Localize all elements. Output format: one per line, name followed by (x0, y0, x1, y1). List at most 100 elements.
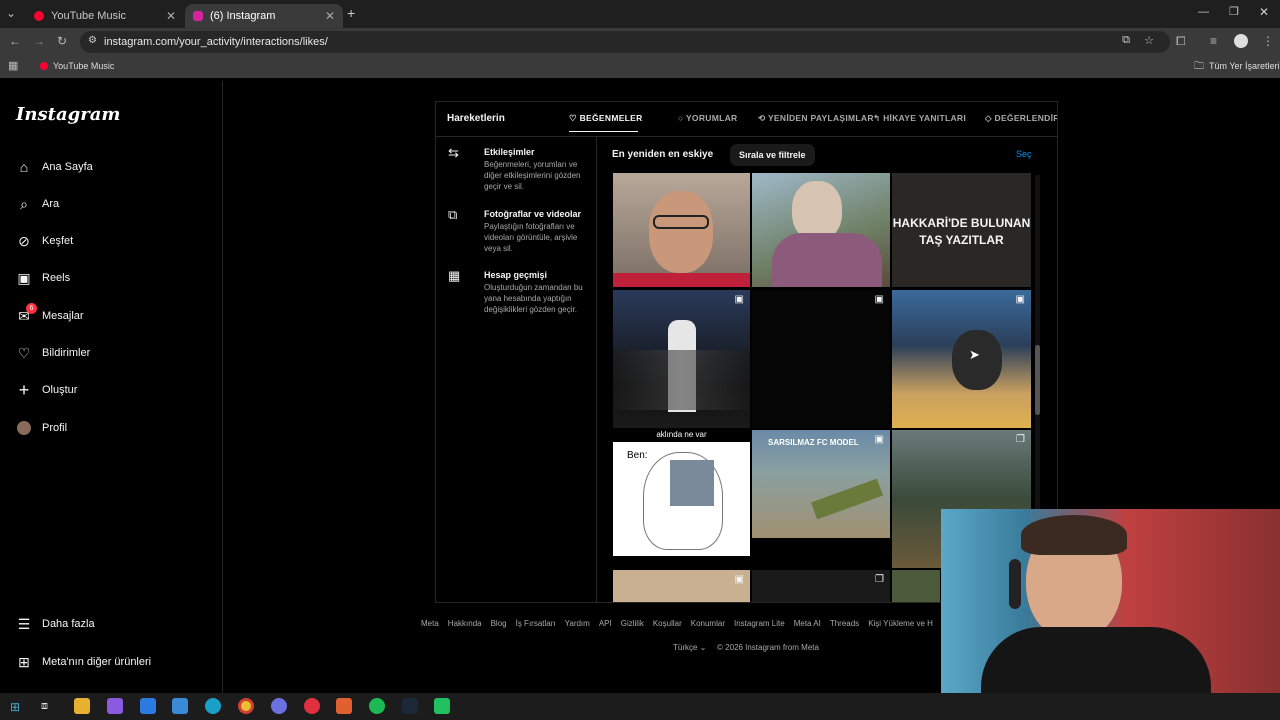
profile-avatar-icon[interactable] (1234, 34, 1248, 48)
reload-icon[interactable]: ↻ (57, 34, 67, 48)
select-button[interactable]: Seç (1016, 149, 1032, 159)
close-tab-icon[interactable]: ✕ (325, 9, 335, 23)
liked-post-thumbnail[interactable]: HAKKARİ'DE BULUNAN TAŞ YAZITLAR (892, 173, 1031, 287)
liked-post-thumbnail[interactable] (892, 570, 940, 602)
footer-link[interactable]: Yardım (565, 619, 590, 628)
nav-create[interactable]: + Oluştur (15, 376, 78, 404)
liked-post-thumbnail[interactable]: SARSILMAZ FC MODEL ▣ (752, 430, 890, 538)
webcam-overlay (941, 509, 1280, 693)
footer-link[interactable]: Gizlilik (621, 619, 644, 628)
app-icon[interactable] (336, 698, 352, 714)
media-controls-icon[interactable]: ≡ (1210, 34, 1217, 48)
restore-icon[interactable]: ❐ (1229, 5, 1239, 18)
reel-icon: ▣ (874, 294, 884, 305)
url-bar[interactable]: ⚙ instagram.com/your_activity/interactio… (80, 31, 1170, 53)
nav-profile[interactable]: Profil (15, 414, 67, 442)
tab-likes[interactable]: ♡ BEĞENMELER (569, 113, 643, 124)
all-bookmarks-link[interactable]: Tüm Yer İşaretleri (1209, 61, 1280, 71)
footer-link[interactable]: Kişi Yükleme ve H (868, 619, 933, 628)
copilot-icon[interactable] (107, 698, 123, 714)
spotify-icon[interactable] (369, 698, 385, 714)
tab-reviews[interactable]: ◇ DEĞERLENDİR (985, 113, 1057, 124)
inset-photo (670, 460, 714, 506)
nav-notifications[interactable]: ♡ Bildirimler (15, 339, 91, 367)
tab-comments[interactable]: ○ YORUMLAR (678, 113, 737, 123)
footer-link[interactable]: Instagram Lite (734, 619, 785, 628)
footer-link[interactable]: İş Fırsatları (516, 619, 556, 628)
file-explorer-icon[interactable] (74, 698, 90, 714)
opera-icon[interactable] (304, 698, 320, 714)
tab-label: YORUMLAR (685, 113, 738, 123)
chrome-icon[interactable] (238, 698, 254, 714)
store-icon[interactable] (140, 698, 156, 714)
nav-label: Daha fazla (42, 618, 95, 630)
liked-post-thumbnail[interactable]: ▣ (752, 290, 890, 428)
bookmark-star-icon[interactable]: ☆ (1144, 34, 1154, 47)
youtube-music-icon (40, 62, 48, 70)
outlook-icon[interactable] (172, 698, 188, 714)
sort-filter-button[interactable]: Sırala ve filtrele (730, 144, 815, 166)
nav-label: Keşfet (42, 235, 74, 247)
tab-youtube-music[interactable]: YouTube Music ✕ (26, 4, 184, 28)
app-icon[interactable] (434, 698, 450, 714)
tab-instagram[interactable]: (6) Instagram ✕ (185, 4, 343, 28)
tab-search-icon[interactable]: ⌄ (6, 6, 16, 20)
scrollbar-thumb[interactable] (1035, 345, 1040, 415)
bookmark-youtube-music[interactable]: YouTube Music (53, 61, 114, 71)
liked-post-thumbnail[interactable]: ▣ (613, 290, 750, 428)
footer-link[interactable]: Meta AI (794, 619, 821, 628)
footer-link[interactable]: Blog (491, 619, 507, 628)
nav-reels[interactable]: ▣ Reels (15, 264, 70, 292)
back-icon[interactable]: ← (9, 34, 21, 48)
messenger-icon: ✉ 6 (15, 303, 37, 325)
nav-more[interactable]: ☰ Daha fazla (15, 610, 95, 638)
windows-start-icon[interactable]: ⊞ (10, 700, 20, 714)
liked-post-thumbnail[interactable] (752, 173, 890, 287)
nav-meta-products[interactable]: ⊞ Meta'nın diğer ürünleri (15, 648, 151, 676)
extensions-icon[interactable]: ⧠ (1176, 34, 1186, 49)
apps-grid-icon[interactable]: ▦ (8, 59, 18, 72)
install-app-icon[interactable]: ⧉ (1122, 34, 1130, 47)
liked-post-thumbnail[interactable]: ▣ (613, 570, 750, 602)
steam-icon[interactable] (402, 698, 418, 714)
liked-post-thumbnail[interactable]: ▣ (892, 290, 1031, 428)
task-view-icon[interactable]: ⧈ (41, 700, 48, 713)
edge-icon[interactable] (205, 698, 221, 714)
footer-link[interactable]: Koşullar (653, 619, 682, 628)
category-title: Fotoğraflar ve videolar (484, 209, 582, 219)
glasses-shape (653, 215, 709, 229)
menu-icon[interactable]: ⋮ (1262, 34, 1274, 48)
minimize-icon[interactable]: — (1198, 6, 1209, 18)
liked-post-thumbnail[interactable]: aklında ne var Ben: (613, 430, 750, 556)
category-interactions[interactable]: ⇆ Etkileşimler Beğenmeleri, yorumları ve d… (448, 145, 588, 193)
tab-label: HİKAYE YANITLARI (883, 113, 966, 123)
divider (596, 136, 597, 602)
footer-link[interactable]: Threads (830, 619, 859, 628)
close-tab-icon[interactable]: ✕ (166, 9, 176, 23)
category-media[interactable]: ⧉ Fotoğraflar ve videolar Paylaştığın foto… (448, 207, 588, 255)
close-window-icon[interactable]: ✕ (1259, 5, 1269, 19)
footer-link[interactable]: Hakkında (448, 619, 482, 628)
nav-messages[interactable]: ✉ 6 Mesajlar (15, 302, 84, 330)
discord-icon[interactable] (271, 698, 287, 714)
site-info-icon[interactable]: ⚙ (88, 35, 97, 46)
nav-explore[interactable]: ⊘ Keşfet (15, 227, 73, 255)
liked-post-thumbnail[interactable]: ❐ (752, 570, 890, 602)
liked-post-thumbnail[interactable] (613, 173, 750, 287)
footer-link[interactable]: Meta (421, 619, 439, 628)
headphone-shape (1009, 559, 1021, 609)
nav-home[interactable]: ⌂ Ana Sayfa (15, 153, 93, 181)
new-tab-icon[interactable]: + (347, 5, 355, 21)
forward-icon[interactable]: → (33, 34, 45, 48)
tab-reposts[interactable]: ⟲ YENİDEN PAYLAŞIMLAR (758, 113, 874, 124)
footer-link[interactable]: Konumlar (691, 619, 725, 628)
nav-search[interactable]: ⌕ Ara (15, 190, 59, 218)
category-account-history[interactable]: ▦ Hesap geçmişi Oluşturduğun zamandan bu y… (448, 268, 588, 316)
sort-label: En yeniden en eskiye (612, 149, 714, 160)
footer-link[interactable]: API (599, 619, 612, 628)
compass-icon: ⊘ (18, 232, 30, 249)
instagram-logo[interactable]: Instagram (16, 104, 120, 125)
tab-story-replies[interactable]: ↰ HİKAYE YANITLARI (873, 113, 966, 124)
language-select[interactable]: Türkçe ⌄ (673, 643, 706, 652)
tab-strip: ⌄ YouTube Music ✕ (6) Instagram ✕ + — ❐ … (0, 0, 1280, 28)
